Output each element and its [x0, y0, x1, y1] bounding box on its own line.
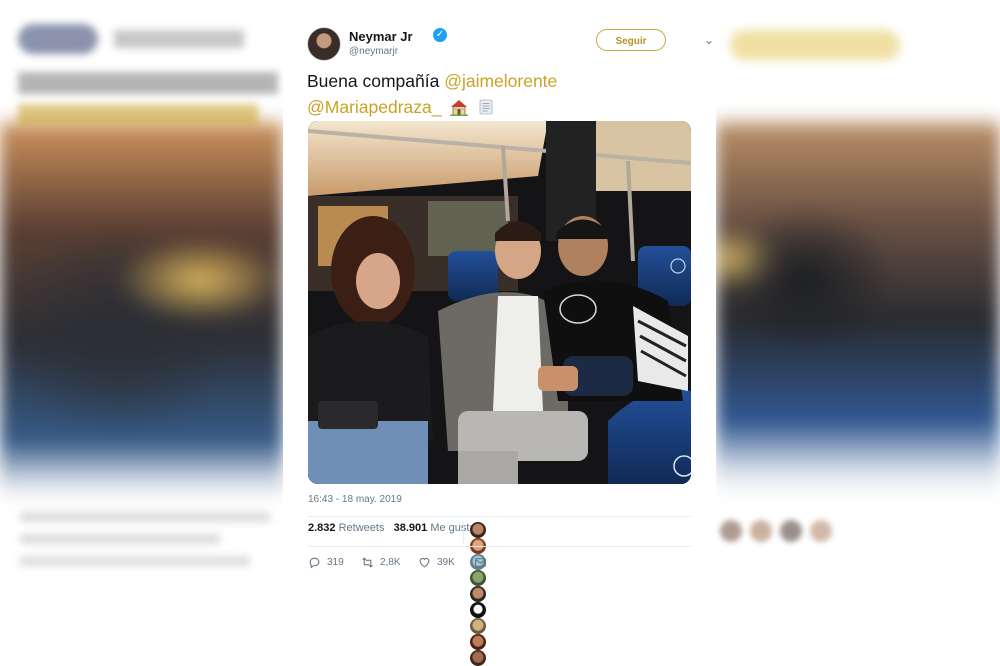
retweets-stat[interactable]: 2.832 Retweets	[308, 522, 384, 534]
mention-link[interactable]: @jaimelorente	[444, 71, 557, 91]
reply-count: 319	[327, 557, 344, 568]
tweet-photo[interactable]	[308, 121, 691, 484]
retweet-icon	[362, 557, 373, 568]
liker-avatar[interactable]	[470, 570, 486, 586]
chevron-down-icon[interactable]: ⌄	[704, 33, 714, 47]
liker-avatar[interactable]	[470, 650, 486, 666]
reply-icon	[309, 557, 320, 569]
follow-button[interactable]: Seguir	[596, 29, 666, 51]
tweet-timestamp[interactable]: 16:43 - 18 may. 2019	[308, 494, 402, 505]
message-icon	[475, 558, 486, 567]
retweet-button[interactable]: 2,8K	[361, 556, 401, 569]
photo-image	[308, 121, 691, 484]
retweet-count: 2,8K	[380, 557, 401, 568]
likes-label: Me gusta	[430, 522, 476, 534]
blurred-header-left	[18, 24, 283, 126]
retweets-count: 2.832	[308, 522, 336, 534]
divider	[308, 546, 691, 547]
tweet-header: Neymar Jr ✓ @neymarjr Seguir ⌄	[307, 24, 714, 64]
liker-avatar[interactable]	[470, 634, 486, 650]
divider	[308, 516, 691, 517]
liker-avatar[interactable]	[470, 602, 486, 618]
stats-separator	[463, 522, 464, 544]
author-handle[interactable]: @neymarjr	[349, 46, 398, 57]
avatar[interactable]	[307, 27, 341, 61]
blurred-button-right	[730, 30, 900, 60]
like-icon	[419, 557, 430, 568]
blurred-footer-left	[20, 500, 270, 578]
author-name[interactable]: Neymar Jr	[349, 29, 413, 44]
house-emoji-icon	[450, 100, 469, 116]
verified-badge-icon: ✓	[433, 28, 447, 42]
liker-avatar[interactable]	[470, 522, 486, 538]
like-count: 39K	[437, 557, 455, 568]
message-button[interactable]	[474, 556, 487, 569]
liker-avatar[interactable]	[470, 586, 486, 602]
blurred-avatars-right	[720, 520, 840, 547]
tweet-stats: 2.832 Retweets 38.901 Me gusta	[308, 522, 486, 666]
scroll-emoji-icon	[479, 99, 493, 115]
like-button[interactable]: 39K	[418, 556, 455, 569]
reply-button[interactable]: 319	[308, 556, 344, 569]
liker-avatar[interactable]	[470, 618, 486, 634]
tweet-text: Buena compañía @jaimelorente @Mariapedra…	[307, 68, 697, 120]
likes-count: 38.901	[393, 522, 428, 534]
retweets-label: Retweets	[338, 522, 385, 534]
blurred-background-right	[716, 0, 1000, 590]
mention-link[interactable]: @Mariapedraza_	[307, 97, 442, 117]
likers-avatars	[470, 522, 490, 666]
tweet-card: Neymar Jr ✓ @neymarjr Seguir ⌄ Buena com…	[283, 0, 716, 666]
tweet-text-body: Buena compañía	[307, 71, 445, 91]
